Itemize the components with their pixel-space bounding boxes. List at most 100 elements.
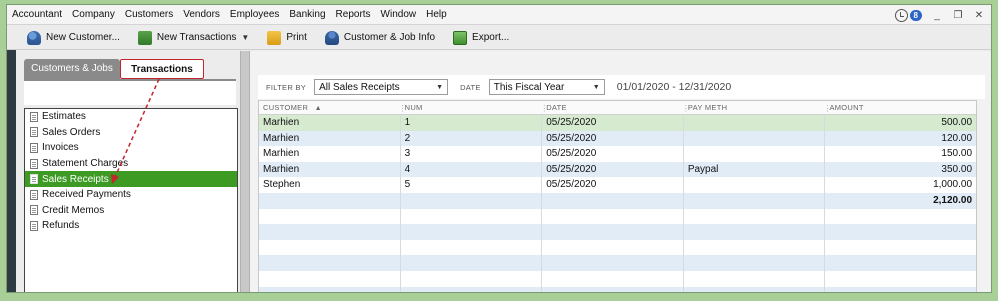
list-item-credit-memos[interactable]: Credit Memos [25,203,237,219]
transactions-table: CUSTOMER ▲ ⋮ NUM ⋮ DATE ⋮ PAY METH ⋮ AMOUNT … [258,100,977,292]
column-header-customer[interactable]: CUSTOMER ▲ [259,101,401,114]
list-item-label: Credit Memos [42,204,105,216]
column-header-label: CUSTOMER [263,103,309,112]
list-item-label: Received Payments [42,189,131,201]
document-icon [30,142,38,153]
column-header-amount[interactable]: ⋮ AMOUNT [823,101,976,116]
export-label: Export... [472,32,510,43]
menu-vendors[interactable]: Vendors [178,5,225,25]
notification-badge[interactable]: 8 [909,9,922,21]
empty-cell [542,192,684,209]
table-header: CUSTOMER ▲ ⋮ NUM ⋮ DATE ⋮ PAY METH ⋮ AMOUNT [259,101,976,115]
column-header-pay-meth[interactable]: ⋮ PAY METH [682,101,826,116]
customer-job-info-button[interactable]: Customer & Job Info [316,26,444,50]
table-row[interactable]: Marhien 2 05/25/2020 120.00 [259,130,976,147]
chevron-down-icon: ▼ [241,33,250,42]
cell-amount: 150.00 [941,148,973,160]
column-resize-handle[interactable]: ⋮ [540,102,548,116]
column-header-date[interactable]: ⋮ DATE [540,101,684,116]
filter-bar: FILTER BY All Sales Receipts ▼ DATE This… [258,75,985,99]
cell-date: 05/25/2020 [542,161,684,178]
sort-ascending-icon: ▲ [314,105,322,112]
menu-bar: Accountant Company Customers Vendors Emp… [7,5,991,25]
list-item-invoices[interactable]: Invoices [25,140,237,156]
cell-customer: Marhien [259,161,401,178]
list-item-label: Refunds [42,220,80,232]
filter-by-label: FILTER BY [266,82,307,92]
cell-customer: Marhien [259,115,401,131]
column-header-label: PAY METH [687,103,728,112]
cell-pay-meth [684,115,826,131]
cell-date: 05/25/2020 [542,115,684,131]
total-row: 2,120.00 [259,192,976,209]
column-resize-handle[interactable]: ⋮ [399,102,407,116]
table-row[interactable]: Stephen 5 05/25/2020 1,000.00 [259,177,976,193]
cell-num: 4 [401,161,543,178]
cell-amount: 1,000.00 [933,179,973,191]
menu-employees[interactable]: Employees [225,5,284,25]
tab-transactions[interactable]: Transactions [120,59,204,79]
table-row[interactable]: Marhien 3 05/25/2020 150.00 [259,146,976,162]
empty-cell [401,192,543,209]
reminder-clock-icon[interactable] [894,8,908,22]
document-icon [30,205,38,216]
restore-button[interactable]: ❐ [952,10,964,21]
list-item-label: Sales Receipts [42,173,109,185]
document-icon [30,111,38,122]
menu-customers[interactable]: Customers [120,5,178,25]
customer-center-left-panel: Customers & Jobs Transactions Estimates … [16,51,240,292]
navigation-collapse-strip[interactable]: ‹ [7,26,16,292]
document-icon [30,158,38,169]
cell-num: 5 [401,177,543,193]
total-amount: 2,120.00 [933,194,973,206]
list-item-received-payments[interactable]: Received Payments [25,187,237,203]
menu-window[interactable]: Window [376,5,422,25]
column-header-num[interactable]: ⋮ NUM [399,101,543,116]
printer-icon [267,30,282,45]
add-customer-icon [27,30,41,45]
cell-num: 1 [401,115,543,131]
date-select[interactable]: This Fiscal Year ▼ [488,79,605,95]
filter-by-value: All Sales Receipts [319,81,400,93]
list-item-estimates[interactable]: Estimates [25,109,237,125]
list-item-sales-orders[interactable]: Sales Orders [25,125,237,141]
list-item-label: Sales Orders [42,126,101,138]
new-customer-label: New Customer... [46,32,120,43]
table-row[interactable]: Marhien 4 05/25/2020 Paypal 350.00 [259,161,976,178]
new-transactions-label: New Transactions [156,32,237,43]
toolbar: New Customer... New Transactions ▼ Print… [7,26,991,50]
tab-customers-jobs[interactable]: Customers & Jobs [24,59,120,79]
table-row[interactable]: Marhien 1 05/25/2020 500.00 [259,115,976,131]
menu-reports[interactable]: Reports [331,5,376,25]
cell-customer: Marhien [259,146,401,162]
close-button[interactable]: ✕ [973,10,985,21]
app-window: Accountant Company Customers Vendors Emp… [6,4,992,293]
cell-pay-meth [684,177,826,193]
empty-row [259,270,976,287]
document-icon [30,127,38,138]
list-item-statement-charges[interactable]: Statement Charges [25,156,237,172]
column-resize-handle[interactable]: ⋮ [682,102,690,116]
print-button[interactable]: Print [258,26,316,50]
cell-pay-meth [684,130,826,147]
new-transactions-button[interactable]: New Transactions ▼ [129,26,258,50]
new-customer-button[interactable]: New Customer... [18,26,129,50]
list-item-label: Invoices [42,142,79,154]
menubar-right: 8 _ ❐ ✕ [894,5,985,25]
menu-banking[interactable]: Banking [284,5,330,25]
column-header-label: DATE [546,103,567,112]
empty-row [259,208,976,225]
export-button[interactable]: Export... [444,26,518,50]
cell-customer: Marhien [259,130,401,147]
list-item-sales-receipts[interactable]: Sales Receipts [25,171,237,187]
cell-amount: 500.00 [941,117,973,128]
panel-splitter[interactable] [240,51,250,292]
list-item-refunds[interactable]: Refunds [25,218,237,234]
filter-by-select[interactable]: All Sales Receipts ▼ [314,79,449,95]
panel-header-area [24,81,236,105]
menu-company[interactable]: Company [67,5,120,25]
minimize-button[interactable]: _ [931,10,943,21]
menu-accountant[interactable]: Accountant [7,5,67,25]
menu-help[interactable]: Help [421,5,452,25]
column-resize-handle[interactable]: ⋮ [823,102,831,116]
